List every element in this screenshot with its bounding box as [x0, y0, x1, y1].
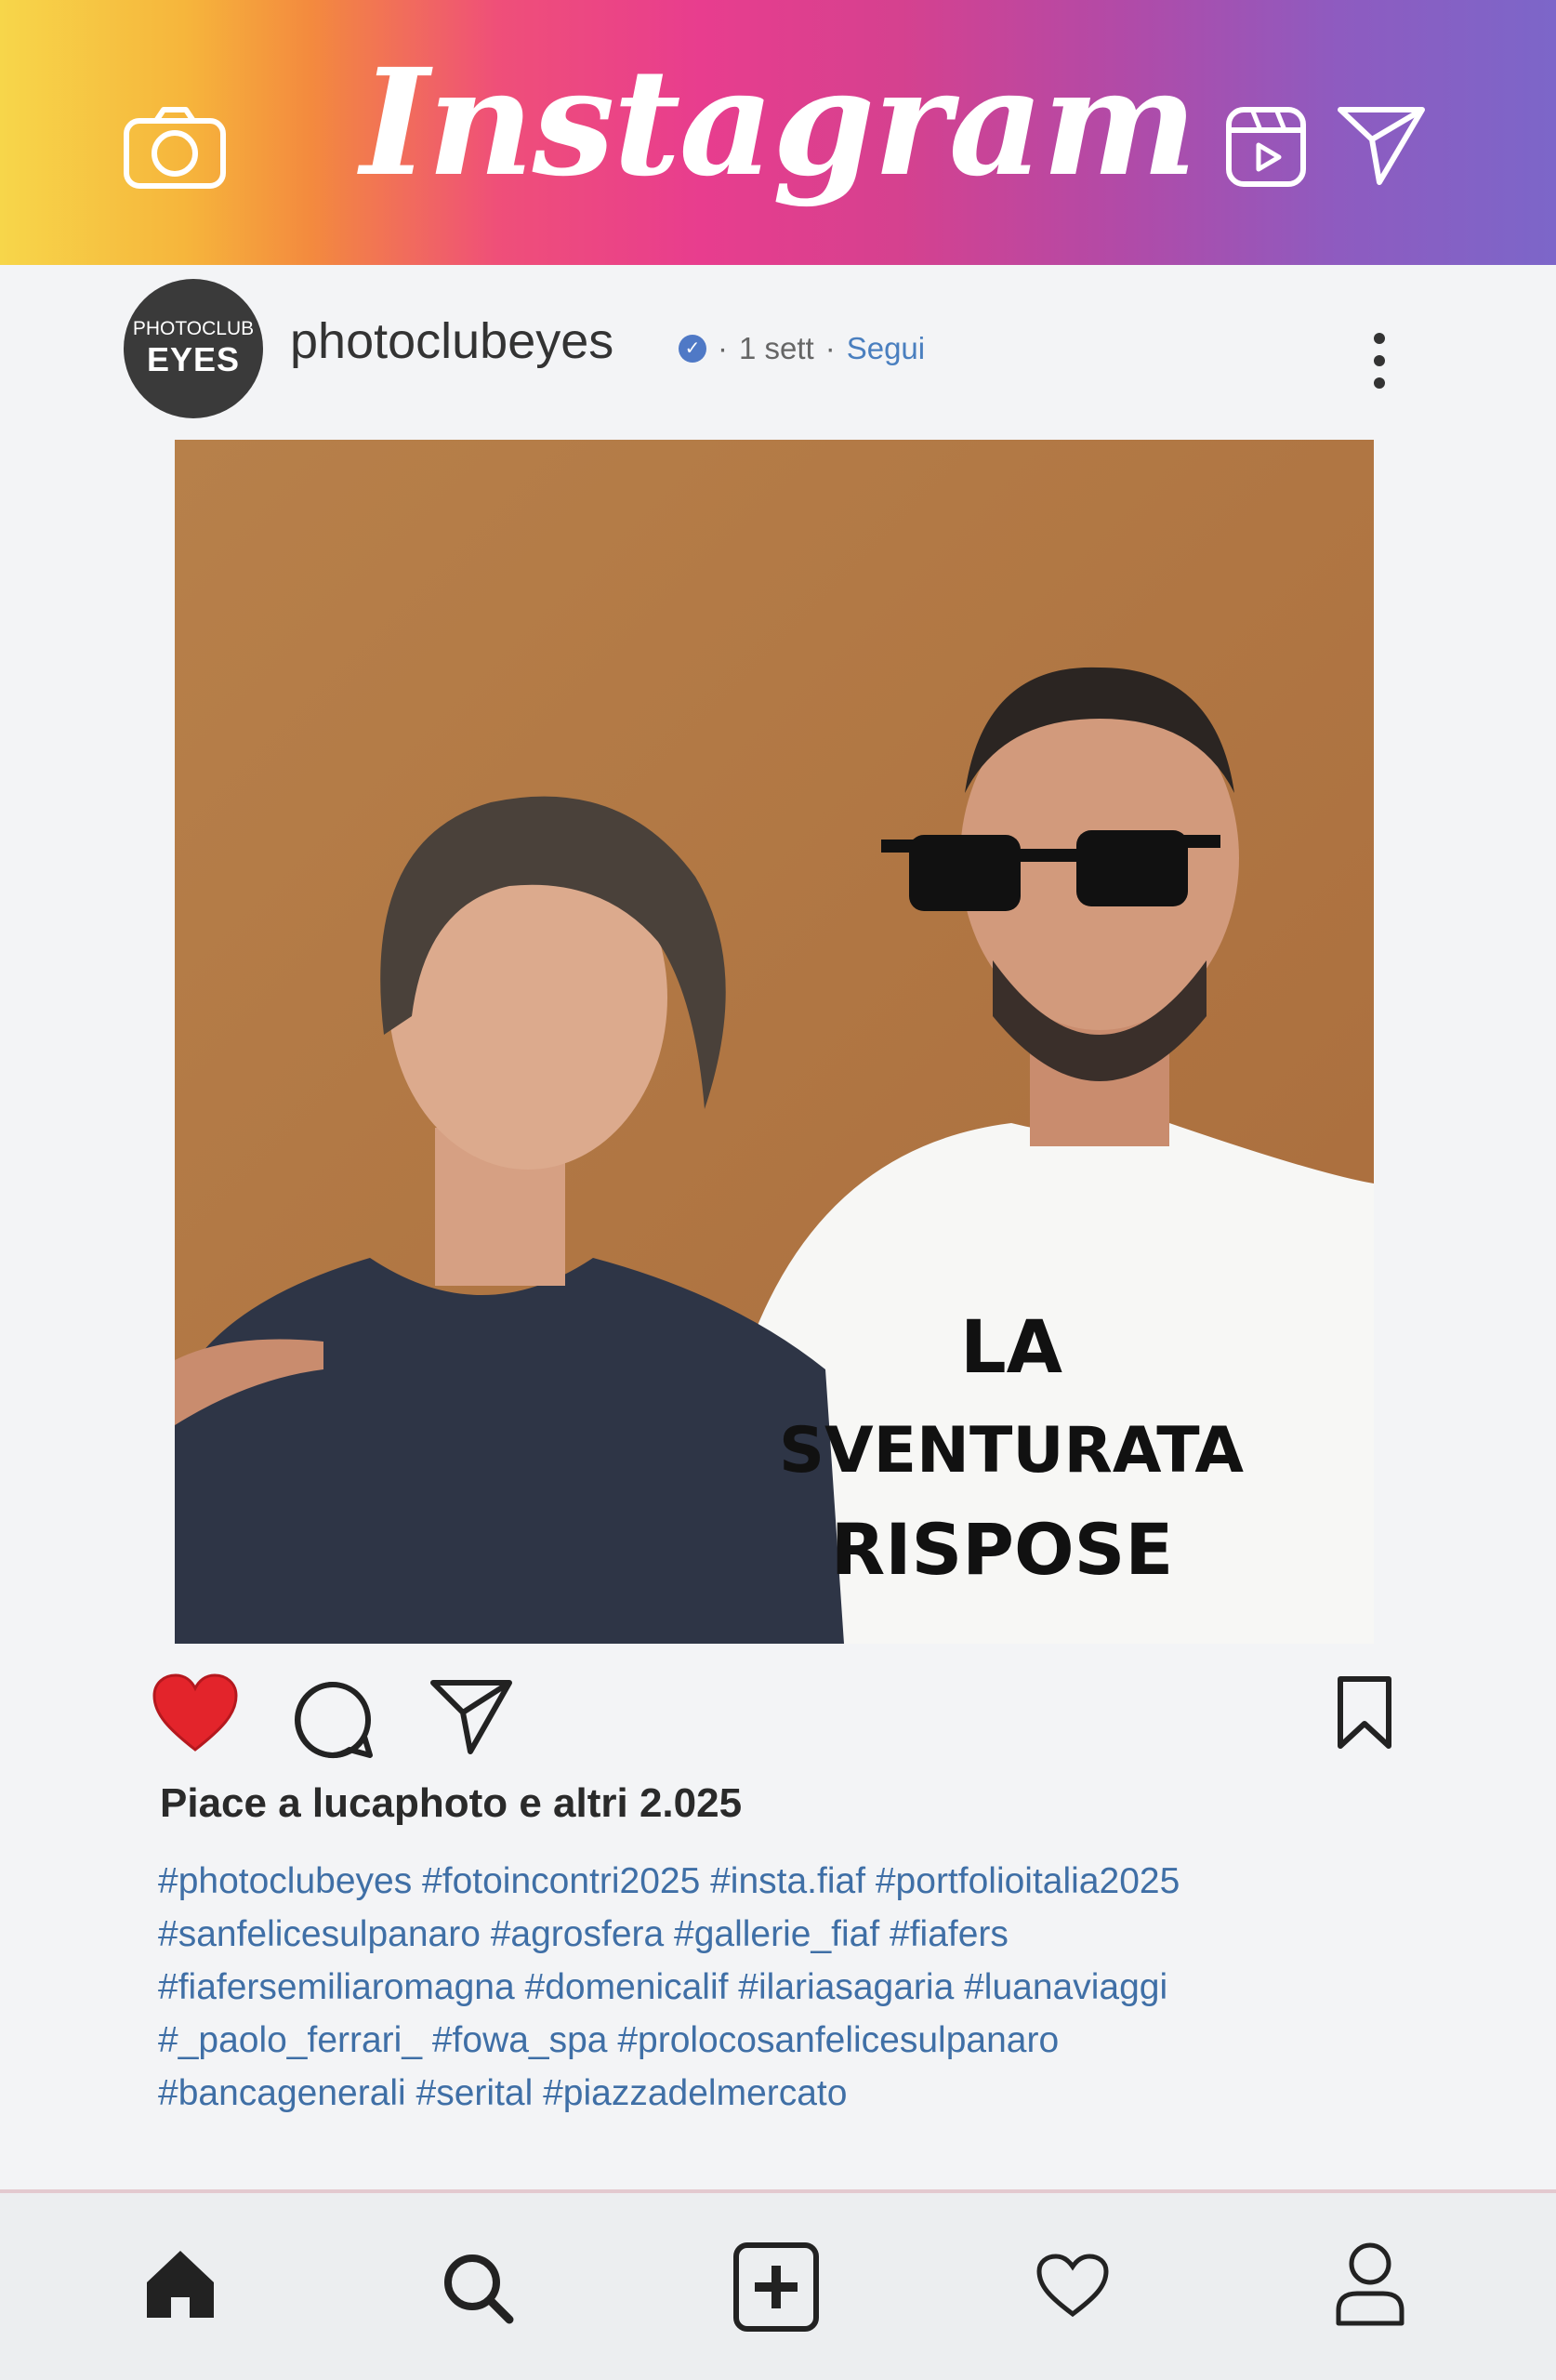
shirt-text-line-1: LA — [960, 1306, 1062, 1390]
share-icon[interactable] — [429, 1677, 513, 1755]
direct-message-icon[interactable] — [1335, 102, 1428, 188]
hashtag-line[interactable]: #_paolo_ferrari_ #fowa_spa #prolocosanfe… — [158, 2014, 1459, 2067]
post-time: 1 sett — [739, 331, 814, 365]
like-heart-icon[interactable] — [151, 1672, 240, 1755]
profile-icon[interactable] — [1333, 2241, 1407, 2327]
shirt-text-line-3: RISPOSE — [831, 1508, 1174, 1591]
hashtag-line[interactable]: #bancagenerali #serital #piazzadelmercat… — [158, 2067, 1459, 2120]
shirt-text-line-2: SVENTURATA — [779, 1414, 1244, 1488]
avatar-line-1: PHOTOCLUB — [132, 318, 255, 339]
verified-badge-icon: ✓ — [679, 335, 706, 363]
reels-icon[interactable] — [1225, 104, 1307, 190]
post-username[interactable]: photoclubeyes — [290, 312, 613, 370]
more-options-icon[interactable] — [1372, 333, 1387, 398]
add-post-icon[interactable] — [732, 2241, 820, 2333]
bottom-nav — [0, 2189, 1556, 2380]
post-photo[interactable]: LA SVENTURATA RISPOSE — [175, 440, 1374, 1644]
follow-button[interactable]: Segui — [847, 331, 925, 366]
activity-heart-icon[interactable] — [1035, 2253, 1110, 2320]
comment-icon[interactable] — [292, 1679, 374, 1761]
meta-separator: · — [718, 331, 728, 365]
hashtag-line[interactable]: #photoclubeyes #fotoincontri2025 #insta.… — [158, 1855, 1459, 1908]
app-header: Instagram — [0, 0, 1556, 265]
post-meta: ✓ · 1 sett · Segui — [679, 331, 925, 366]
caption-hashtags: #photoclubeyes #fotoincontri2025 #insta.… — [158, 1855, 1459, 2120]
home-icon[interactable] — [143, 2247, 218, 2321]
hashtag-line[interactable]: #fiafersemiliaromagna #domenicalif #ilar… — [158, 1961, 1459, 2014]
search-icon[interactable] — [441, 2251, 515, 2325]
instagram-logo: Instagram — [360, 37, 1197, 209]
meta-separator-2: · — [824, 331, 836, 365]
avatar[interactable]: PHOTOCLUB EYES — [124, 279, 263, 418]
avatar-line-2: EYES — [146, 340, 241, 378]
likes-text[interactable]: Piace a lucaphoto e altri 2.025 — [160, 1780, 742, 1827]
hashtag-line[interactable]: #sanfelicesulpanaro #agrosfera #gallerie… — [158, 1908, 1459, 1961]
bookmark-icon[interactable] — [1335, 1675, 1394, 1750]
